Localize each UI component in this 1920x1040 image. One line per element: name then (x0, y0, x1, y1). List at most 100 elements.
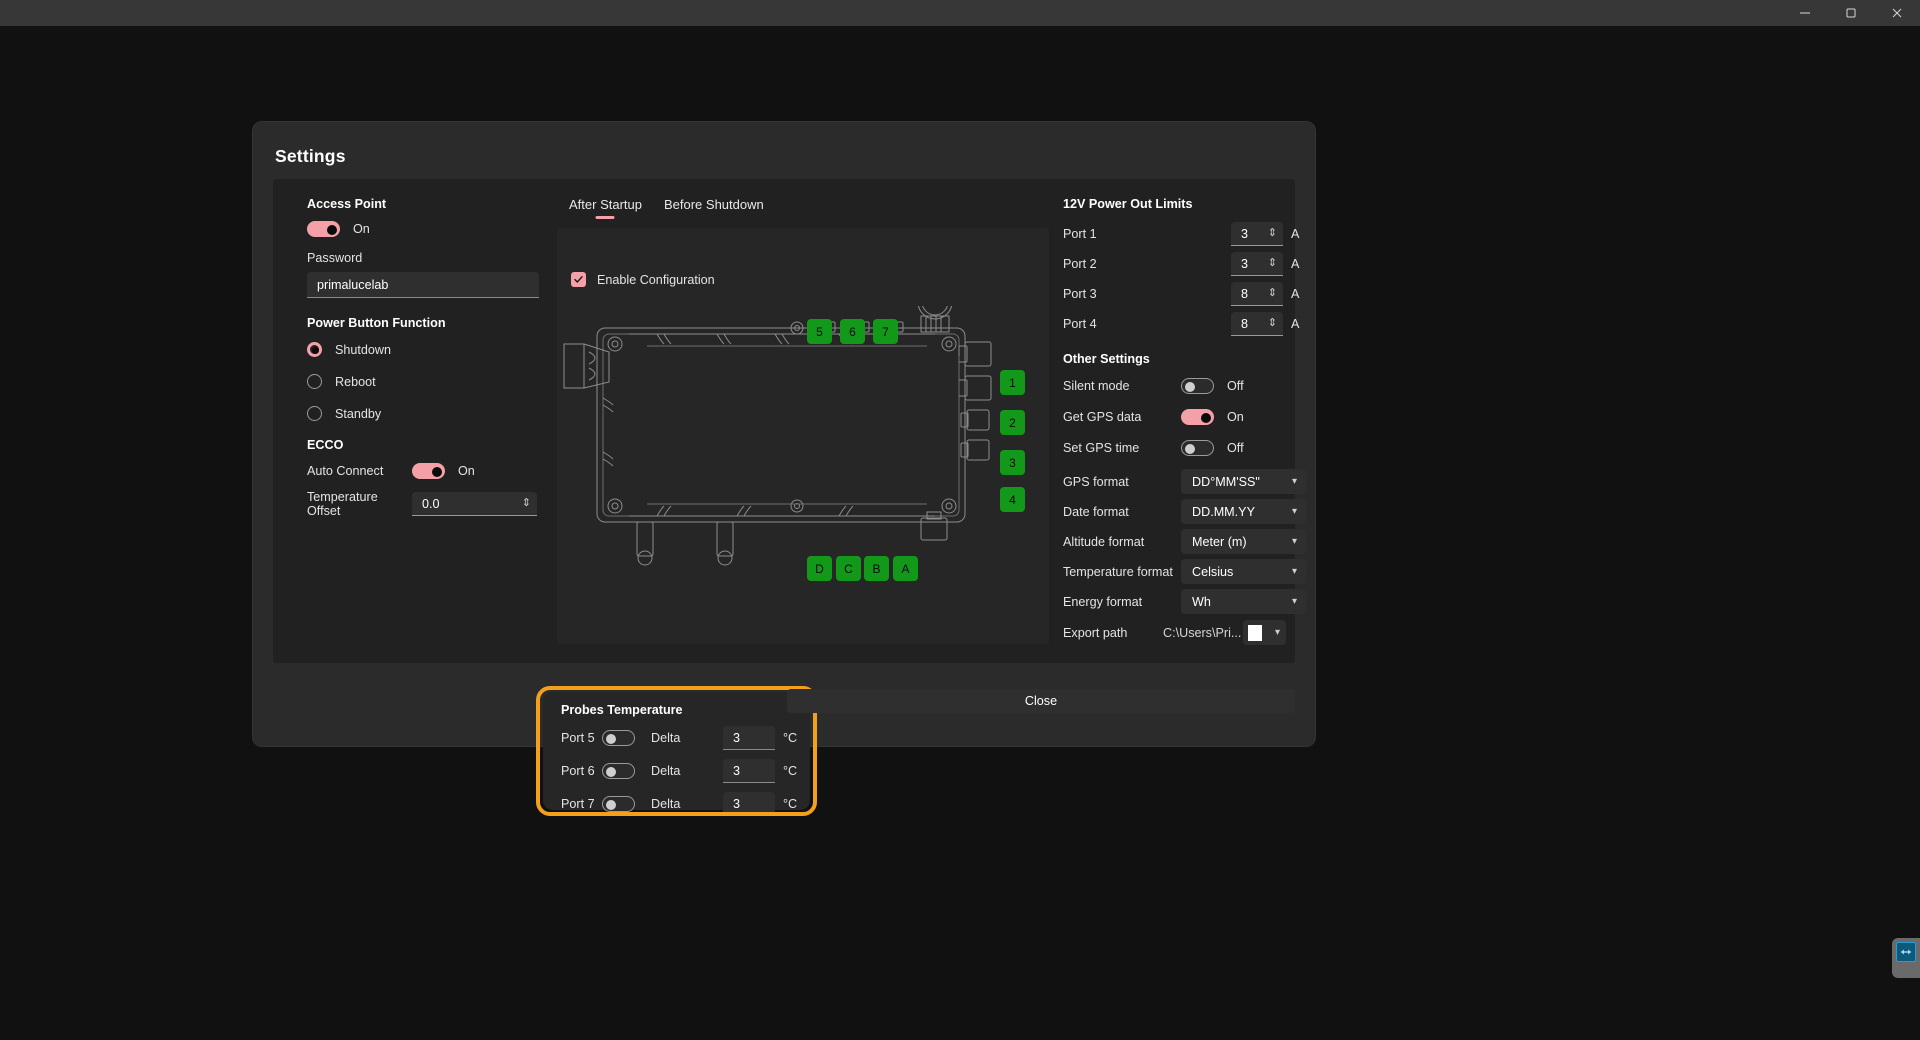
chevron-down-icon[interactable]: ▾ (1292, 476, 1297, 487)
stepper-arrows-icon[interactable]: ⇕ (522, 498, 531, 509)
power-limit-row-port1: Port 1 3 ⇕ A (1063, 222, 1315, 246)
chevron-down-icon[interactable]: ▾ (1292, 566, 1297, 577)
radio-option-reboot[interactable]: Reboot (307, 374, 559, 389)
stepper-arrows-icon[interactable]: ⇕ (1268, 318, 1277, 329)
toggle-knob (1185, 444, 1195, 454)
probe-delta-input-port5[interactable]: 3 (723, 726, 775, 750)
password-label: Password (307, 251, 559, 265)
chevron-down-icon[interactable]: ▾ (1275, 627, 1280, 638)
port-button-4[interactable]: 4 (1000, 487, 1025, 512)
power-limits-heading: 12V Power Out Limits (1063, 197, 1315, 211)
power-limit-unit-port3: A (1291, 287, 1299, 301)
silent-mode-state: Off (1227, 379, 1244, 393)
power-limit-label-port1: Port 1 (1063, 227, 1231, 241)
probe-delta-input-port7[interactable]: 3 (723, 792, 775, 816)
radio-option-standby[interactable]: Standby (307, 406, 559, 421)
stepper-arrows-icon[interactable]: ⇕ (1268, 288, 1277, 299)
port-button-1[interactable]: 1 (1000, 370, 1025, 395)
auto-connect-label: Auto Connect (307, 464, 412, 478)
tab-before-shutdown[interactable]: Before Shutdown (664, 197, 764, 219)
stepper-arrows-icon[interactable]: ⇕ (1268, 258, 1277, 269)
energy-format-label: Energy format (1063, 595, 1181, 609)
probe-delta-label-port5: Delta (651, 731, 723, 745)
probe-delta-input-port6[interactable]: 3 (723, 759, 775, 783)
power-limit-stepper-port4[interactable]: 8 ⇕ (1231, 312, 1283, 336)
port-button-2[interactable]: 2 (1000, 410, 1025, 435)
enable-configuration-checkbox[interactable] (571, 272, 586, 287)
probe-label-port5: Port 5 (561, 731, 602, 745)
left-column: Access Point On Password primalucelab Po… (307, 197, 559, 518)
power-limit-stepper-port1[interactable]: 3 ⇕ (1231, 222, 1283, 246)
radio-shutdown[interactable] (307, 342, 322, 357)
tab-after-startup[interactable]: After Startup (569, 197, 642, 219)
port-button-b[interactable]: B (864, 556, 889, 581)
probe-delta-label-port7: Delta (651, 797, 723, 811)
access-point-toggle[interactable] (307, 221, 340, 237)
gps-format-value: DD°MM'SS" (1192, 475, 1260, 489)
close-icon[interactable] (1874, 0, 1920, 26)
access-point-toggle-row[interactable]: On (307, 221, 559, 237)
port-button-3[interactable]: 3 (1000, 450, 1025, 475)
port-button-a[interactable]: A (893, 556, 918, 581)
radio-option-shutdown[interactable]: Shutdown (307, 342, 559, 357)
get-gps-data-row: Get GPS data On (1063, 409, 1315, 425)
set-gps-time-toggle[interactable] (1181, 440, 1214, 456)
export-path-label: Export path (1063, 626, 1163, 640)
temperature-offset-stepper[interactable]: 0.0 ⇕ (412, 492, 537, 516)
chevron-down-icon[interactable]: ▾ (1292, 596, 1297, 607)
minimize-icon[interactable] (1782, 0, 1828, 26)
radio-reboot[interactable] (307, 374, 322, 389)
password-input[interactable]: primalucelab (307, 272, 539, 298)
silent-mode-toggle[interactable] (1181, 378, 1214, 394)
altitude-format-dropdown[interactable]: Meter (m) ▾ (1181, 529, 1306, 554)
maximize-icon[interactable] (1828, 0, 1874, 26)
auto-connect-toggle[interactable] (412, 463, 445, 479)
power-limit-row-port4: Port 4 8 ⇕ A (1063, 312, 1315, 336)
probe-row-port7: Port 7 Delta 3 °C (561, 792, 797, 816)
probe-unit-port5: °C (783, 731, 797, 745)
window-title-bar (0, 0, 1920, 26)
probe-toggle-port6[interactable] (602, 763, 635, 779)
probe-toggle-port7[interactable] (602, 796, 635, 812)
power-limit-stepper-port3[interactable]: 8 ⇕ (1231, 282, 1283, 306)
temperature-offset-row: Temperature Offset 0.0 ⇕ (307, 490, 559, 518)
close-button[interactable]: Close (787, 689, 1295, 713)
port-button-d[interactable]: D (807, 556, 832, 581)
altitude-format-label: Altitude format (1063, 535, 1181, 549)
power-limit-unit-port1: A (1291, 227, 1299, 241)
chevron-down-icon[interactable]: ▾ (1292, 536, 1297, 547)
right-column: 12V Power Out Limits Port 1 3 ⇕ A Port 2… (1063, 197, 1315, 645)
power-limit-value-port4: 8 (1241, 317, 1248, 331)
set-gps-time-row: Set GPS time Off (1063, 440, 1315, 456)
power-limit-stepper-port2[interactable]: 3 ⇕ (1231, 252, 1283, 276)
energy-format-dropdown[interactable]: Wh ▾ (1181, 589, 1306, 614)
power-button-heading: Power Button Function (307, 316, 559, 330)
toggle-knob (432, 467, 442, 477)
access-point-toggle-state: On (353, 222, 370, 236)
settings-dialog: Settings Access Point On Password primal… (253, 122, 1315, 746)
probe-unit-port7: °C (783, 797, 797, 811)
temperature-format-dropdown[interactable]: Celsius ▾ (1181, 559, 1306, 584)
teamviewer-icon[interactable] (1896, 942, 1916, 962)
screen: Settings Access Point On Password primal… (0, 0, 1920, 1040)
gps-format-dropdown[interactable]: DD°MM'SS" ▾ (1181, 469, 1306, 494)
date-format-dropdown[interactable]: DD.MM.YY ▾ (1181, 499, 1306, 524)
probe-label-port6: Port 6 (561, 764, 602, 778)
radio-standby[interactable] (307, 406, 322, 421)
enable-configuration-row[interactable]: Enable Configuration (571, 272, 715, 287)
port-button-6[interactable]: 6 (840, 319, 865, 344)
chevron-down-icon[interactable]: ▾ (1292, 506, 1297, 517)
get-gps-data-label: Get GPS data (1063, 410, 1181, 424)
port-button-7[interactable]: 7 (873, 319, 898, 344)
export-path-browse-dropdown[interactable]: ▾ (1243, 620, 1286, 645)
teamviewer-overlay[interactable] (1892, 938, 1920, 978)
access-point-heading: Access Point (307, 197, 559, 211)
power-limit-label-port3: Port 3 (1063, 287, 1231, 301)
probe-toggle-port5[interactable] (602, 730, 635, 746)
port-button-c[interactable]: C (836, 556, 861, 581)
port-button-5[interactable]: 5 (807, 319, 832, 344)
get-gps-data-toggle[interactable] (1181, 409, 1214, 425)
stepper-arrows-icon[interactable]: ⇕ (1268, 228, 1277, 239)
power-limit-unit-port4: A (1291, 317, 1299, 331)
toggle-knob (606, 734, 616, 744)
